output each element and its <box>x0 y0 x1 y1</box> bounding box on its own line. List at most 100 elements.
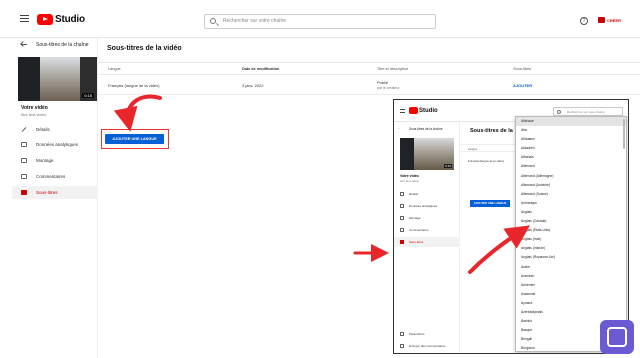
page-title: Sous-titres de la <box>470 128 513 134</box>
language-option[interactable]: Arménien <box>516 281 626 290</box>
studio-logo[interactable]: Studio <box>37 13 85 25</box>
menu-icon[interactable] <box>20 15 29 22</box>
add-language-button[interactable]: AJOUTER UNE LANGUE <box>470 200 510 207</box>
comments-icon <box>21 174 27 179</box>
sidebar-item-details[interactable]: Détails <box>12 123 98 136</box>
analytics-icon <box>400 204 404 208</box>
sidebar-item-analytics[interactable]: Données analytiques <box>394 201 460 211</box>
sidebar-item-analytics[interactable]: Données analytiques <box>12 138 98 151</box>
pencil-icon <box>21 127 27 132</box>
sidebar-item-label: Montage <box>409 216 421 220</box>
language-option[interactable]: Anglais (Royaume-Uni) <box>516 253 626 262</box>
row-title-author: par le créateur <box>377 86 400 90</box>
sidebar-item-label: Envoyer des commentaires <box>409 344 446 348</box>
help-icon[interactable]: ? <box>580 17 588 25</box>
logo-text: Studio <box>55 13 85 25</box>
gear-icon <box>400 332 404 336</box>
top-bar: Studio Rechercher sur votre chaîne ? CRÉ… <box>0 0 640 38</box>
language-option[interactable]: Amharique <box>516 199 626 208</box>
create-label: CRÉER <box>607 17 622 23</box>
language-option[interactable]: Anglais (États-Unis) <box>516 226 626 235</box>
analytics-icon <box>21 142 27 147</box>
video-duration: 0:15 <box>444 164 452 168</box>
subtitles-icon <box>21 190 27 195</box>
language-option[interactable]: Arabe <box>516 263 626 272</box>
language-option[interactable]: Akkadien <box>516 144 626 153</box>
pencil-icon <box>400 192 404 196</box>
site-logo <box>600 320 634 354</box>
sidebar-item-label: Paramètres <box>409 332 425 336</box>
search-icon <box>210 18 216 24</box>
language-option[interactable]: Azerbaïdjanais <box>516 308 626 317</box>
language-option[interactable]: Allemand (Autriche) <box>516 181 626 190</box>
sidebar-item-label: Détails <box>409 192 419 196</box>
youtube-play-icon <box>37 13 53 25</box>
dropdown-scrollbar[interactable] <box>623 119 625 149</box>
video-description: titre test vidéo <box>21 112 46 117</box>
column-header-title: Titre et description <box>377 67 409 71</box>
video-title: Votre vidéo <box>400 174 419 178</box>
add-subtitles-link[interactable]: AJOUTER <box>513 83 532 88</box>
logo-text: Studio <box>419 107 438 114</box>
sidebar-item-details[interactable]: Détails <box>394 189 460 199</box>
language-option[interactable]: Assamais <box>516 290 626 299</box>
sidebar-item-label: Sous-titres <box>36 190 58 195</box>
comments-icon <box>400 228 404 232</box>
language-dropdown[interactable]: Abkhaze Afar Afrikaans Akkadien Albanais Alle… <box>515 116 627 352</box>
table-header: Langue <box>460 144 520 152</box>
inset-sidebar: ← Sous-titres de la chaîne 0:15 Votre vi… <box>394 122 460 353</box>
studio-logo[interactable]: Studio <box>409 107 438 114</box>
page-title: Sous-titres de la vidéo <box>107 45 182 52</box>
language-option[interactable]: Afrikaans <box>516 135 626 144</box>
language-option[interactable]: Allemand (Allemagne) <box>516 172 626 181</box>
video-description: titre test vidéo <box>400 179 419 183</box>
row-language: Français (langue de la vidéo) <box>468 159 505 163</box>
language-option[interactable]: Allemand (Suisse) <box>516 190 626 199</box>
sidebar-item-label: Données analytiques <box>36 142 79 147</box>
language-option[interactable]: Anglais <box>516 208 626 217</box>
subtitles-table-header: Langue Date de modification Titre et des… <box>98 62 640 75</box>
sidebar-item-editor[interactable]: Montage <box>12 154 98 167</box>
sidebar-item-label: Détails <box>36 127 50 132</box>
video-thumbnail[interactable]: 0:15 <box>18 57 97 101</box>
language-option[interactable]: Anglais (Inde) <box>516 235 626 244</box>
video-duration: 0:15 <box>82 93 94 98</box>
language-option[interactable]: Albanais <box>516 153 626 162</box>
language-option[interactable]: Allemand <box>516 162 626 171</box>
language-option[interactable]: Afar <box>516 126 626 135</box>
language-option[interactable]: Aymara <box>516 299 626 308</box>
table-row: Français (langue de la vidéo) 3 janv. 20… <box>98 75 640 95</box>
language-list: Abkhaze Afar Afrikaans Akkadien Albanais Alle… <box>516 117 626 351</box>
back-to-channel-subtitles[interactable]: Sous-titres de la chaîne <box>12 38 98 54</box>
sidebar-item-comments[interactable]: Commentaires <box>394 225 460 235</box>
search-icon <box>557 110 561 114</box>
row-title-status[interactable]: Publié <box>377 80 388 85</box>
row-language: Français (langue de la vidéo) <box>108 83 160 88</box>
language-option[interactable]: Araméen <box>516 272 626 281</box>
video-title: Votre vidéo <box>21 105 48 111</box>
column-header-subtitles: Sous-titres <box>513 67 532 71</box>
sidebar-item-label: Données analytiques <box>409 204 438 208</box>
sidebar-item-editor[interactable]: Montage <box>394 213 460 223</box>
search-placeholder: Rechercher sur votre chaîne <box>567 110 605 114</box>
video-thumbnail[interactable]: 0:15 <box>400 138 454 170</box>
sidebar-item-settings[interactable]: Paramètres <box>394 329 460 339</box>
add-language-button[interactable]: AJOUTER UNE LANGUE <box>105 134 164 144</box>
search-input[interactable]: Rechercher sur votre chaîne <box>553 107 623 116</box>
back-label[interactable]: Sous-titres de la chaîne <box>409 127 443 131</box>
create-button[interactable]: CRÉER <box>598 17 621 23</box>
language-option[interactable]: Anglais (Irlande) <box>516 244 626 253</box>
column-header-date[interactable]: Date de modification <box>242 67 279 71</box>
sidebar-item-subtitles[interactable]: Sous-titres <box>394 237 460 247</box>
back-arrow-icon[interactable]: ← <box>398 126 401 130</box>
feedback-icon <box>400 344 404 348</box>
sidebar-item-feedback[interactable]: Envoyer des commentaires <box>394 341 460 351</box>
sidebar-item-label: Sous-titres <box>409 240 424 244</box>
sidebar-item-comments[interactable]: Commentaires <box>12 170 98 183</box>
menu-icon[interactable] <box>400 109 405 113</box>
language-option[interactable]: Anglais (Canada) <box>516 217 626 226</box>
back-arrow-icon <box>21 44 27 45</box>
language-option[interactable]: Abkhaze <box>516 117 626 127</box>
search-input[interactable]: Rechercher sur votre chaîne <box>204 14 436 29</box>
sidebar-item-subtitles[interactable]: Sous-titres <box>12 186 98 199</box>
